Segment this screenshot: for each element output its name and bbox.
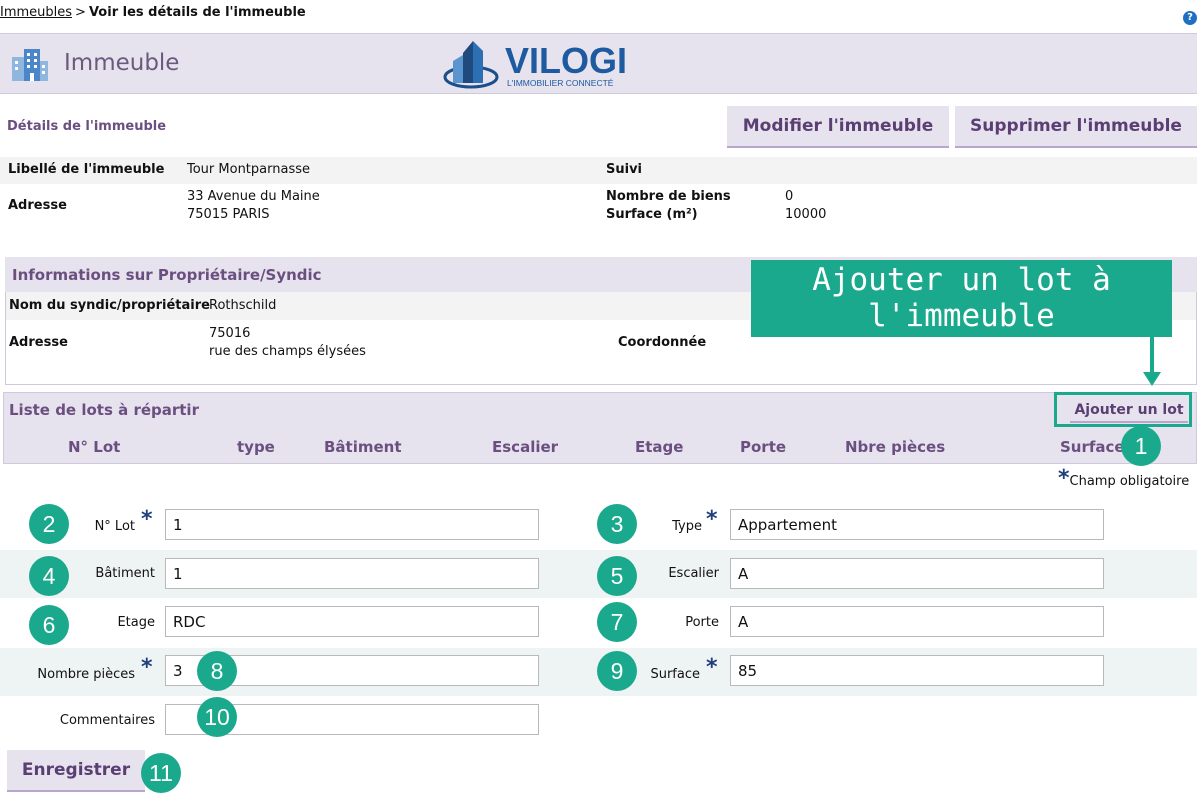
adresse-line1: 33 Avenue du Maine: [187, 189, 320, 204]
breadcrumb: Immeubles > Voir les détails de l'immeuble: [0, 5, 306, 20]
lot-field-label: N° Lot: [94, 519, 135, 534]
commentaires-field-label: Commentaires: [59, 713, 155, 728]
save-button[interactable]: Enregistrer: [7, 750, 145, 792]
details-row-shade: [0, 157, 1197, 184]
surface-required-star-icon: *: [706, 655, 718, 680]
step-badge-2: 2: [29, 504, 69, 544]
column-header-pieces[interactable]: Nbre pièces: [845, 438, 945, 456]
surface-value: 10000: [785, 207, 827, 222]
pieces-field-label: Nombre pièces: [37, 667, 135, 682]
add-lot-callout: Ajouter un lot à l'immeuble: [751, 260, 1172, 337]
help-icon[interactable]: ?: [1183, 11, 1197, 25]
column-header-type[interactable]: type: [237, 438, 275, 456]
owner-name-value: Rothschild: [209, 298, 277, 313]
lot-number-input[interactable]: [165, 509, 539, 540]
step-badge-3: 3: [597, 504, 637, 544]
building-icon: [12, 49, 48, 81]
step-badge-5: 5: [597, 556, 637, 596]
nb-biens-value: 0: [785, 189, 794, 204]
page-header: Immeuble VILOGI L'IMMOBILIER CONNECTÉ: [0, 33, 1197, 94]
nb-biens-label: Nombre de biens: [606, 189, 731, 204]
column-header-etage[interactable]: Etage: [635, 438, 683, 456]
step-badge-10: 10: [197, 697, 237, 737]
batiment-input[interactable]: [165, 558, 539, 589]
breadcrumb-link-immeubles[interactable]: Immeubles: [0, 5, 72, 20]
step-badge-6: 6: [29, 605, 69, 645]
delete-building-button[interactable]: Supprimer l'immeuble: [955, 106, 1197, 148]
step-badge-1: 1: [1121, 426, 1161, 466]
step-badge-7: 7: [597, 602, 637, 642]
details-section-label: Détails de l'immeuble: [7, 119, 167, 134]
adresse-label: Adresse: [8, 198, 67, 213]
modify-building-button[interactable]: Modifier l'immeuble: [727, 106, 949, 148]
step-badge-11: 11: [141, 753, 181, 793]
column-header-surface[interactable]: Surface: [1060, 438, 1125, 456]
owner-address-line2: rue des champs élysées: [209, 344, 366, 359]
libelle-value: Tour Montparnasse: [187, 162, 310, 177]
type-required-star-icon: *: [706, 507, 718, 532]
lots-list-title: Liste de lots à répartir: [9, 401, 199, 419]
breadcrumb-current: Voir les détails de l'immeuble: [88, 5, 306, 20]
callout-arrow-line: [1150, 337, 1154, 374]
owner-address-line1: 75016: [209, 326, 251, 341]
owner-coordonnee-label: Coordonnée: [618, 335, 707, 350]
logo-wordmark: VILOGI: [505, 40, 627, 81]
type-input[interactable]: [730, 509, 1104, 540]
column-header-escalier[interactable]: Escalier: [492, 438, 558, 456]
etage-input[interactable]: [165, 606, 539, 637]
step-badge-9: 9: [597, 651, 637, 691]
required-note-text: Champ obligatoire: [1069, 474, 1190, 489]
surface-label: Surface (m²): [606, 207, 698, 222]
column-header-lot[interactable]: N° Lot: [68, 438, 120, 456]
escalier-input[interactable]: [730, 558, 1104, 589]
column-header-batiment[interactable]: Bâtiment: [324, 438, 402, 456]
step-badge-4: 4: [29, 556, 69, 596]
callout-arrow-icon: [1143, 372, 1161, 386]
step-badge-8: 8: [197, 651, 237, 691]
suivi-label: Suivi: [606, 162, 643, 177]
required-star-icon: *: [1058, 466, 1070, 491]
owner-name-label: Nom du syndic/propriétaire: [9, 298, 210, 313]
lot-required-star-icon: *: [141, 507, 153, 532]
vilogi-logo: VILOGI L'IMMOBILIER CONNECTÉ: [443, 40, 627, 89]
page-title: Immeuble: [64, 50, 180, 76]
callout-line2: l'immeuble: [868, 298, 1055, 334]
etage-field-label: Etage: [117, 615, 155, 630]
add-lot-button[interactable]: Ajouter un lot: [1070, 398, 1188, 423]
libelle-label: Libellé de l'immeuble: [8, 162, 165, 177]
owner-address-label: Adresse: [9, 335, 68, 350]
adresse-line2: 75015 PARIS: [187, 207, 270, 222]
column-header-porte[interactable]: Porte: [740, 438, 786, 456]
owner-section-title: Informations sur Propriétaire/Syndic: [12, 266, 322, 284]
surface-input[interactable]: [730, 655, 1104, 686]
logo-tagline: L'IMMOBILIER CONNECTÉ: [507, 78, 614, 88]
batiment-field-label: Bâtiment: [95, 566, 155, 581]
required-note: *Champ obligatoire: [1058, 466, 1189, 491]
callout-line1: Ajouter un lot à: [812, 262, 1111, 298]
porte-input[interactable]: [730, 606, 1104, 637]
breadcrumb-separator: >: [75, 5, 86, 20]
pieces-required-star-icon: *: [141, 655, 153, 680]
